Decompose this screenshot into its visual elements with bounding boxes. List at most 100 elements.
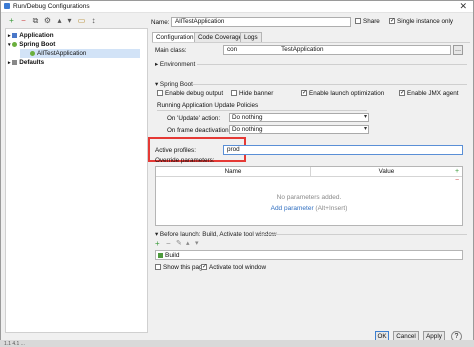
chevron-down-icon: ▾ <box>363 114 367 120</box>
before-launch-list: Build <box>155 250 463 260</box>
enable-jmx-checkbox[interactable]: Enable JMX agent <box>399 90 458 97</box>
enable-launch-checkbox[interactable]: Enable launch optimization <box>301 90 384 97</box>
environment-divider <box>197 64 467 65</box>
spring-boot-section: ▾ Spring Boot <box>155 81 193 88</box>
tree-toolbar: + − ⧉ ⚙ ▴ ▾ ▭ ↕ <box>1 13 148 27</box>
spring-boot-icon <box>12 41 18 47</box>
tab-configuration[interactable]: Configuration <box>152 32 198 42</box>
enable-jmx-label: Enable JMX agent <box>407 90 459 97</box>
single-instance-checkbox[interactable]: Single instance only <box>389 18 453 25</box>
name-field[interactable]: AllTestApplication <box>171 17 351 27</box>
table-header: Name Value <box>156 167 462 177</box>
copy-icon[interactable]: ⧉ <box>31 16 40 25</box>
remove-icon[interactable]: − <box>19 16 28 25</box>
tree-item-spring-boot[interactable]: ▾ Spring Boot <box>8 40 55 49</box>
hide-banner-check-box[interactable] <box>231 90 237 97</box>
hide-banner-label: Hide banner <box>239 90 274 97</box>
tree-item-defaults[interactable]: ▸ Defaults <box>8 58 44 67</box>
background-strip: 1.1 4.1 ... <box>0 340 474 347</box>
tab-logs[interactable]: Logs <box>240 32 262 42</box>
environment-section[interactable]: ▸ Environment <box>155 61 195 68</box>
settings-icon[interactable]: ⚙ <box>43 16 52 25</box>
hide-banner-checkbox[interactable]: Hide banner <box>231 90 273 97</box>
dialog-window: Run/Debug Configurations ✕ + − ⧉ ⚙ ▴ ▾ ▭… <box>0 0 474 347</box>
active-profiles-label: Active profiles: <box>155 147 196 154</box>
build-icon <box>158 252 163 258</box>
tree-item-label: Application <box>19 32 54 39</box>
override-parameters-label: Override parameters: <box>155 157 215 164</box>
add-parameter-row: Add parameter (Alt+Insert) <box>156 205 462 212</box>
main-class-label: Main class: <box>155 47 187 54</box>
move-down-icon[interactable]: ▾ <box>65 16 74 25</box>
move-task-down-icon[interactable]: ▾ <box>195 239 199 247</box>
share-check-box[interactable] <box>355 18 361 25</box>
enable-debug-check-box[interactable] <box>157 90 163 97</box>
enable-debug-checkbox[interactable]: Enable debug output <box>157 90 223 97</box>
tree-item-alltestapplication[interactable]: AllTestApplication <box>20 49 140 58</box>
on-frame-label: On frame deactivation: <box>167 127 231 134</box>
update-policies-divider <box>157 110 367 111</box>
share-checkbox[interactable]: Share <box>355 18 380 25</box>
enable-debug-label: Enable debug output <box>165 90 224 97</box>
move-up-icon[interactable]: ▴ <box>55 16 64 25</box>
active-profiles-field[interactable]: prod <box>223 145 463 155</box>
application-icon <box>12 32 18 38</box>
show-page-label: Show this page <box>163 264 207 271</box>
tree-item-label: Defaults <box>19 59 45 66</box>
spring-boot-icon <box>30 50 35 56</box>
enable-launch-label: Enable launch optimization <box>309 90 385 97</box>
tab-code-coverage[interactable]: Code Coverage <box>194 32 247 42</box>
tab-bar: Configuration Code Coverage Logs <box>152 32 470 42</box>
tree-item-label: Spring Boot <box>19 41 56 48</box>
enable-launch-check-box[interactable] <box>301 90 307 97</box>
environment-label: Environment <box>159 61 196 68</box>
browse-main-class-button[interactable]: … <box>453 45 463 55</box>
app-icon <box>4 3 10 9</box>
activate-tool-window-check-box[interactable] <box>201 264 207 271</box>
spring-boot-divider <box>193 84 467 85</box>
update-policies-heading: Running Application Update Policies <box>157 102 259 109</box>
spring-boot-label: Spring Boot <box>159 81 193 88</box>
show-page-check-box[interactable] <box>155 264 161 271</box>
background-text: 1.1 4.1 ... <box>4 341 25 347</box>
remove-task-icon[interactable]: − <box>166 239 171 248</box>
list-item[interactable]: Build <box>158 252 179 259</box>
show-page-checkbox[interactable]: Show this page <box>155 264 206 271</box>
main-class-value-end: TestApplication <box>281 46 324 53</box>
sort-icon[interactable]: ↕ <box>89 16 98 25</box>
share-label: Share <box>363 18 380 25</box>
main-class-value-start: con <box>227 46 238 53</box>
window-title: Run/Debug Configurations <box>13 3 90 10</box>
empty-table-text: No parameters added. <box>276 194 342 201</box>
defaults-icon <box>12 59 18 65</box>
tree-item-application[interactable]: ▸ Application <box>8 31 54 40</box>
add-task-icon[interactable]: + <box>155 239 160 248</box>
config-tree: ▸ Application ▾ Spring Boot AllTestAppli… <box>5 28 148 333</box>
before-launch-divider <box>259 234 467 235</box>
column-header-name[interactable]: Name <box>156 168 310 175</box>
before-launch-toolbar: + − ✎ ▴ ▾ <box>155 239 255 248</box>
column-header-value[interactable]: Value <box>311 168 462 175</box>
single-instance-check-box[interactable] <box>389 18 395 25</box>
on-frame-select[interactable]: Do nothing ▾ <box>229 125 369 134</box>
on-update-select[interactable]: Do nothing ▾ <box>229 113 369 122</box>
activate-tool-window-checkbox[interactable]: Activate tool window <box>201 264 266 271</box>
title-bar: Run/Debug Configurations ✕ <box>1 1 473 13</box>
move-task-up-icon[interactable]: ▴ <box>186 239 190 247</box>
enable-jmx-check-box[interactable] <box>399 90 405 97</box>
expand-arrow-icon: ▸ <box>8 33 11 39</box>
chevron-down-icon: ▾ <box>363 126 367 132</box>
folder-icon[interactable]: ▭ <box>77 16 86 25</box>
tab-divider <box>152 42 470 43</box>
expand-arrow-icon: ▸ <box>8 60 11 66</box>
close-icon[interactable]: ✕ <box>459 1 467 12</box>
tree-item-label: AllTestApplication <box>37 50 87 57</box>
add-parameter-hint: (Alt+Insert) <box>315 205 348 212</box>
add-icon[interactable]: + <box>7 16 16 25</box>
add-parameter-icon[interactable]: + <box>455 168 459 175</box>
build-item-label: Build <box>165 252 180 259</box>
edit-task-icon[interactable]: ✎ <box>176 239 182 247</box>
main-class-field[interactable]: con TestApplication <box>223 45 451 55</box>
add-parameter-link[interactable]: Add parameter <box>271 205 314 212</box>
remove-parameter-icon[interactable]: − <box>455 177 459 184</box>
